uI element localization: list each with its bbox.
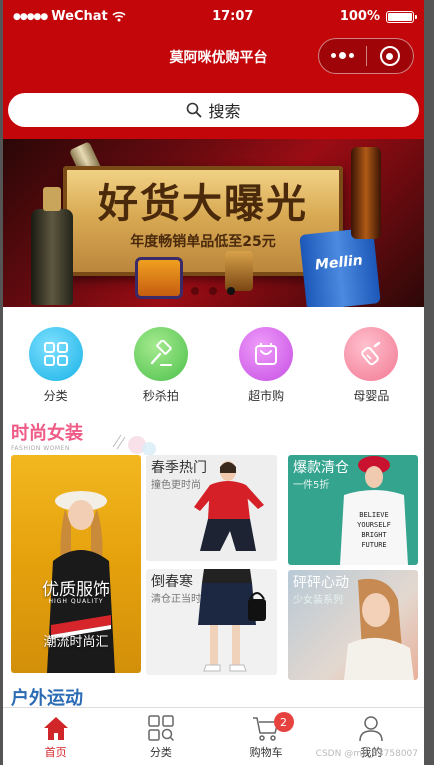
search-area: 搜索 — [3, 81, 424, 139]
pagination-dot[interactable] — [209, 287, 217, 295]
home-icon — [43, 717, 68, 740]
category-item-baby[interactable]: 母婴品 — [326, 327, 416, 417]
frame-right — [424, 0, 434, 765]
grid-icon — [28, 327, 83, 381]
more-dot — [331, 53, 336, 58]
featured-caption: 潮流时尚汇 — [43, 635, 109, 650]
product-tile-heartbeat[interactable]: 砰砰心动 少女装系列 — [288, 570, 418, 680]
battery-percent: 100% — [339, 9, 380, 24]
app-screen: ●●●●● WeChat 17:07 100% 莫阿咪优购平台 搜索 好货大曝光… — [3, 0, 424, 765]
category-icon — [148, 715, 174, 742]
signal-icon: ●●●●● — [13, 11, 48, 22]
decoration-shapes — [112, 434, 156, 455]
tab-cart[interactable]: 2 购物车 — [214, 708, 319, 765]
more-options-button[interactable] — [319, 52, 366, 59]
tile-subtitle: 清仓正当时 — [151, 594, 201, 605]
baby-bottle-icon — [344, 327, 399, 381]
page-title: 莫阿咪优购平台 — [169, 50, 268, 66]
nav-bar: 莫阿咪优购平台 — [3, 33, 424, 81]
tile-title: 倒春寒 — [151, 574, 193, 590]
shopping-bag-icon — [239, 327, 294, 381]
tile-subtitle: 撞色更时尚 — [151, 480, 201, 491]
tile-title: 砰砰心动 — [293, 575, 349, 591]
search-label: 搜索 — [208, 102, 241, 121]
tab-home[interactable]: 首页 — [3, 708, 108, 765]
pagination-dot[interactable] — [191, 287, 199, 295]
promo-banner[interactable]: 好货大曝光 年度畅销单品低至25元 Mellin — [3, 139, 424, 307]
featured-product-tile[interactable]: 优质服饰 HIGH QUALITY 潮流时尚汇 — [11, 455, 141, 673]
watermark-text: CSDN @m0_63758007 — [315, 749, 418, 759]
product-grid: 优质服饰 HIGH QUALITY 潮流时尚汇 春季热门 撞色更时尚 倒春寒 清… — [3, 455, 424, 695]
more-dot — [339, 52, 346, 59]
product-bottle-image — [225, 251, 253, 291]
search-icon — [187, 102, 202, 118]
banner-title: 好货大曝光 — [98, 180, 308, 227]
search-input[interactable]: 搜索 — [8, 93, 419, 127]
tab-category[interactable]: 分类 — [108, 708, 213, 765]
status-carrier-group: ●●●●● WeChat — [13, 9, 126, 24]
tile-title: 春季热门 — [151, 460, 207, 476]
tile-subtitle: 少女装系列 — [293, 595, 343, 606]
category-label: 秒杀拍 — [142, 389, 179, 403]
pagination-dot-active[interactable] — [227, 287, 235, 295]
product-jar-image — [135, 257, 183, 299]
more-dot — [349, 53, 354, 58]
tab-label: 购物车 — [249, 746, 283, 759]
battery-fill — [388, 12, 412, 21]
section-subtitle: FASHION WOMEN — [11, 445, 70, 452]
carrier-name: WeChat — [51, 9, 108, 24]
user-icon — [359, 716, 384, 742]
tab-label: 分类 — [149, 746, 172, 759]
category-nav: 分类 秒杀拍 超市购 母婴品 — [3, 307, 424, 417]
status-battery-group: 100% — [339, 9, 417, 24]
featured-title: 优质服饰 — [42, 580, 110, 600]
shirt-print: BRIGHT — [361, 531, 387, 539]
section-header-fashion: 时尚女装 FASHION WOMEN — [3, 417, 424, 455]
product-bottle-image — [31, 187, 73, 305]
category-item-flash-sale[interactable]: 秒杀拍 — [116, 327, 206, 417]
tile-title: 爆款清仓 — [293, 460, 349, 476]
section-title: 时尚女装 — [11, 423, 83, 444]
cart-count-badge: 2 — [273, 712, 294, 732]
shirt-print: BELIEVE — [359, 511, 389, 519]
category-label: 母婴品 — [353, 389, 390, 403]
category-label: 分类 — [43, 389, 68, 403]
product-tile-spring-hot[interactable]: 春季热门 撞色更时尚 — [146, 455, 277, 561]
bottom-tab-bar: 首页 分类 2 购物车 我的 CSDN @m0_63758007 — [3, 707, 424, 765]
gavel-icon — [133, 327, 188, 381]
target-icon — [379, 46, 400, 66]
shirt-print: FUTURE — [361, 541, 386, 549]
close-miniprogram-button[interactable] — [367, 46, 413, 66]
tile-subtitle: 一件5折 — [293, 480, 330, 491]
product-tile-late-spring[interactable]: 倒春寒 清仓正当时 — [146, 569, 277, 675]
product-tile-clearance[interactable]: BELIEVE YOURSELF BRIGHT FUTURE 爆款清仓 一件5折 — [288, 455, 418, 565]
battery-icon — [386, 10, 417, 23]
status-time: 17:07 — [212, 9, 254, 24]
category-item-supermarket[interactable]: 超市购 — [221, 327, 311, 417]
banner-pagination — [191, 287, 235, 295]
category-label: 超市购 — [248, 389, 285, 403]
miniprogram-capsule — [318, 38, 414, 74]
shirt-print: YOURSELF — [357, 521, 391, 529]
product-bottle-image — [351, 147, 381, 239]
featured-tag: HIGH QUALITY — [48, 598, 104, 605]
category-item-classify[interactable]: 分类 — [11, 327, 101, 417]
tab-label: 首页 — [44, 746, 67, 759]
model-image — [198, 569, 266, 672]
wifi-icon — [112, 11, 126, 22]
status-bar: ●●●●● WeChat 17:07 100% — [3, 0, 424, 33]
